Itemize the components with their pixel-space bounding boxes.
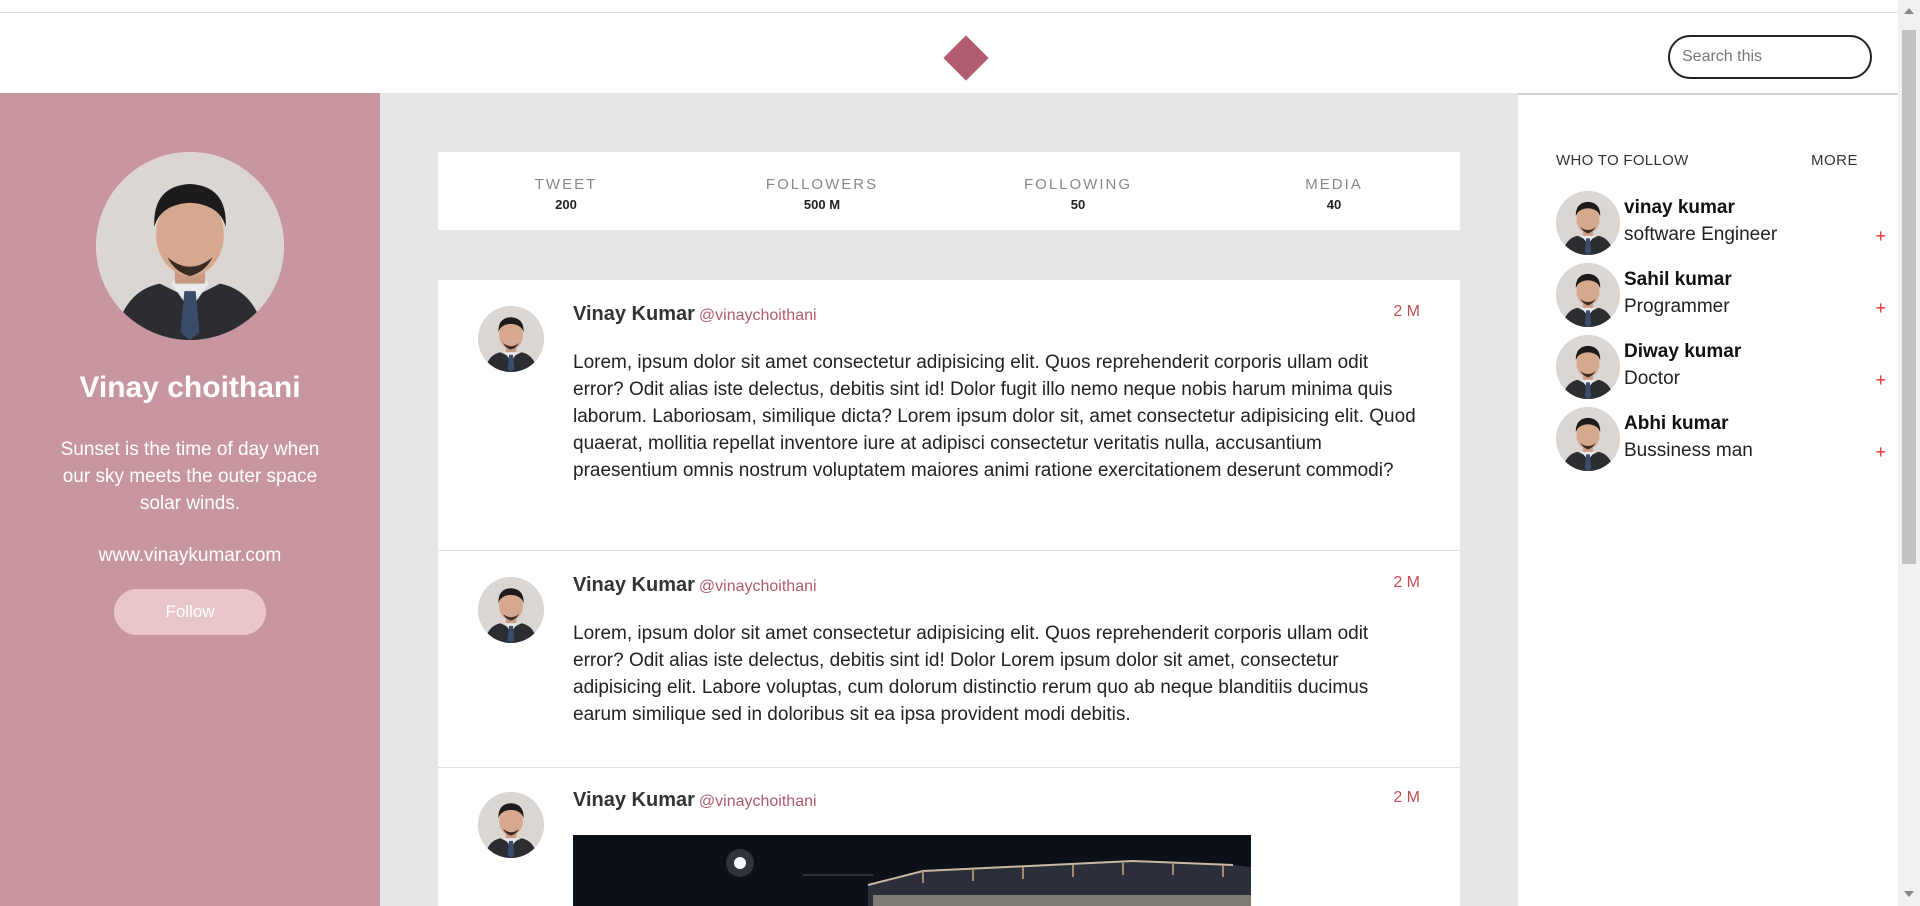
stat-label: FOLLOWING: [1023, 176, 1132, 193]
search-input[interactable]: [1668, 35, 1872, 79]
suggestion-name[interactable]: Abhi kumar: [1624, 413, 1729, 435]
suggestion-avatar[interactable]: [1556, 191, 1620, 255]
stat-media[interactable]: MEDIA 40: [1206, 176, 1462, 212]
tweet-header: Vinay Kumar @vinaychoithani: [573, 303, 817, 326]
stat-following[interactable]: FOLLOWING 50: [950, 176, 1206, 212]
profile-avatar: [96, 152, 284, 340]
suggestion-role: Doctor: [1624, 368, 1680, 389]
suggestion-role: software Engineer: [1624, 224, 1778, 245]
stat-value: 40: [1326, 197, 1342, 212]
tweet-text: Lorem, ipsum dolor sit amet consectetur …: [573, 623, 1369, 725]
tweet-item: Vinay Kumar @vinaychoithani 2 M Lorem, ip…: [438, 280, 1460, 551]
add-follow-icon[interactable]: +: [1875, 442, 1886, 463]
top-border: [0, 0, 1898, 13]
suggestion-name[interactable]: Diway kumar: [1624, 341, 1741, 363]
tweet-handle[interactable]: @vinaychoithani: [699, 793, 817, 810]
profile-website-link[interactable]: www.vinaykumar.com: [0, 545, 380, 567]
tweet-handle[interactable]: @vinaychoithani: [699, 578, 817, 595]
tweet-time: 2 M: [1393, 574, 1420, 591]
profile-name: Vinay choithani: [79, 371, 301, 404]
scrollbar-thumb[interactable]: [1902, 30, 1916, 564]
tweet-feed: Vinay Kumar @vinaychoithani 2 M Lorem, ip…: [438, 280, 1460, 906]
suggestion-name[interactable]: Sahil kumar: [1624, 269, 1732, 291]
stat-followers[interactable]: FOLLOWERS 500 M: [694, 176, 950, 212]
tweet-item: Vinay Kumar @vinaychoithani 2 M Lorem, ip…: [438, 551, 1460, 768]
follow-button[interactable]: Follow: [114, 589, 266, 635]
suggestion-item: Sahil kumar Programmer +: [1556, 263, 1886, 329]
tweet-author[interactable]: Vinay Kumar: [573, 789, 695, 811]
tweet-author[interactable]: Vinay Kumar: [573, 303, 695, 325]
page-scrollbar[interactable]: [1898, 0, 1920, 906]
stat-label: TWEET: [534, 176, 598, 193]
tweet-item: Vinay Kumar @vinaychoithani 2 M: [438, 768, 1460, 906]
suggestion-avatar[interactable]: [1556, 263, 1620, 327]
tweet-avatar[interactable]: [478, 577, 544, 643]
tweet-time: 2 M: [1393, 303, 1420, 320]
stat-label: MEDIA: [1305, 176, 1363, 193]
suggestion-avatar[interactable]: [1556, 335, 1620, 399]
stat-tweet[interactable]: TWEET 200: [438, 176, 694, 212]
who-to-follow-title: WHO TO FOLLOW: [1556, 152, 1689, 169]
tweet-avatar[interactable]: [478, 306, 544, 372]
suggestion-avatar[interactable]: [1556, 407, 1620, 471]
add-follow-icon[interactable]: +: [1875, 370, 1886, 391]
stat-label: FOLLOWERS: [765, 176, 879, 193]
suggestion-item: Diway kumar Doctor +: [1556, 335, 1886, 401]
stat-value: 50: [1070, 197, 1086, 212]
suggestion-item: vinay kumar software Engineer +: [1556, 191, 1886, 257]
add-follow-icon[interactable]: +: [1875, 298, 1886, 319]
tweet-time: 2 M: [1393, 789, 1420, 806]
main-content: TWEET 200 FOLLOWERS 500 M FOLLOWING 50 M…: [380, 93, 1518, 906]
tweet-handle[interactable]: @vinaychoithani: [699, 307, 817, 324]
diamond-logo-icon[interactable]: [943, 35, 989, 81]
suggestion-name[interactable]: vinay kumar: [1624, 197, 1735, 219]
scroll-down-arrow-icon[interactable]: [1904, 891, 1914, 897]
stat-value: 500 M: [803, 197, 841, 212]
suggestion-role: Bussiness man: [1624, 440, 1753, 461]
who-to-follow-panel: WHO TO FOLLOW MORE vinay kumar software …: [1518, 93, 1898, 906]
suggestion-item: Abhi kumar Bussiness man +: [1556, 407, 1886, 473]
stat-value: 200: [555, 197, 577, 212]
tweet-avatar[interactable]: [478, 792, 544, 858]
header: [0, 13, 1898, 93]
tweet-image[interactable]: [573, 835, 1251, 906]
stats-bar: TWEET 200 FOLLOWERS 500 M FOLLOWING 50 M…: [438, 152, 1460, 230]
add-follow-icon[interactable]: +: [1875, 226, 1886, 247]
profile-bio: Sunset is the time of day when our sky m…: [60, 439, 320, 514]
profile-sidebar: Vinay choithani Sunset is the time of da…: [0, 93, 380, 906]
tweet-text: Lorem, ipsum dolor sit amet consectetur …: [573, 352, 1416, 481]
tweet-author[interactable]: Vinay Kumar: [573, 574, 695, 596]
more-link[interactable]: MORE: [1811, 152, 1858, 169]
tweet-header: Vinay Kumar @vinaychoithani: [573, 789, 817, 812]
scroll-up-arrow-icon[interactable]: [1904, 8, 1914, 14]
suggestion-role: Programmer: [1624, 296, 1730, 317]
tweet-header: Vinay Kumar @vinaychoithani: [573, 574, 817, 597]
